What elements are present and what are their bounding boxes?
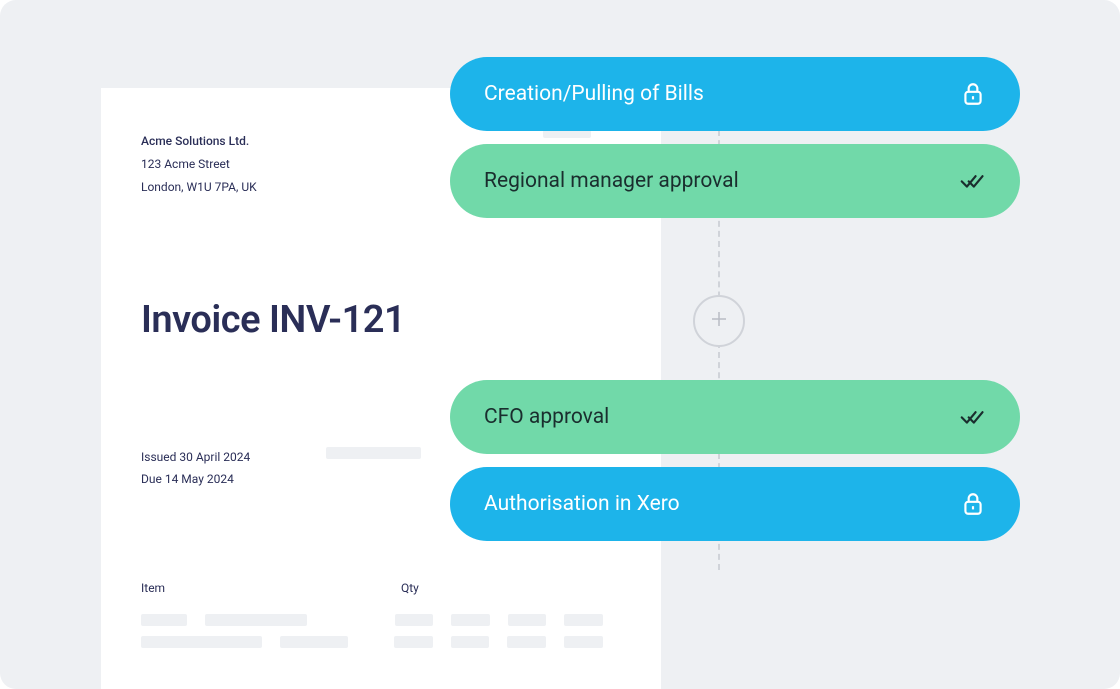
table-row bbox=[141, 614, 621, 626]
diagram-container: Acme Solutions Ltd. 123 Acme Street Lond… bbox=[0, 0, 1120, 689]
placeholder-cell bbox=[451, 614, 490, 626]
placeholder-cell bbox=[564, 614, 603, 626]
table-header: Item Qty bbox=[141, 581, 621, 604]
workflow-step-creation[interactable]: Creation/Pulling of Bills bbox=[450, 57, 1020, 131]
placeholder-cell bbox=[508, 614, 547, 626]
add-step-button[interactable] bbox=[693, 295, 745, 347]
issued-date: Issued 30 April 2024 bbox=[141, 447, 250, 469]
placeholder-cell bbox=[564, 636, 603, 648]
column-qty: Qty bbox=[401, 581, 441, 595]
placeholder-block bbox=[326, 447, 421, 459]
workflow-step-authorisation[interactable]: Authorisation in Xero bbox=[450, 467, 1020, 541]
placeholder-cell bbox=[507, 636, 546, 648]
table-rows bbox=[141, 614, 621, 648]
workflow-step-label: Regional manager approval bbox=[484, 169, 739, 193]
invoice-table: Item Qty bbox=[141, 581, 621, 648]
workflow-step-label: Authorisation in Xero bbox=[484, 492, 680, 516]
workflow-step-regional-approval[interactable]: Regional manager approval bbox=[450, 144, 1020, 218]
double-check-icon bbox=[960, 168, 986, 194]
placeholder-cell bbox=[141, 614, 187, 626]
placeholder-cell bbox=[280, 636, 348, 648]
due-date: Due 14 May 2024 bbox=[141, 469, 250, 491]
dates-info: Issued 30 April 2024 Due 14 May 2024 bbox=[141, 447, 250, 490]
workflow-step-label: CFO approval bbox=[484, 405, 609, 429]
placeholder-cell bbox=[395, 614, 434, 626]
double-check-icon bbox=[960, 404, 986, 430]
placeholder-cell bbox=[394, 636, 433, 648]
lock-icon bbox=[960, 491, 986, 517]
placeholder-cell bbox=[141, 636, 262, 648]
workflow-step-cfo-approval[interactable]: CFO approval bbox=[450, 380, 1020, 454]
placeholder-line bbox=[543, 130, 591, 138]
placeholder-cell bbox=[205, 614, 306, 626]
lock-icon bbox=[960, 81, 986, 107]
workflow-step-label: Creation/Pulling of Bills bbox=[484, 82, 704, 106]
invoice-title: Invoice INV-121 bbox=[141, 298, 621, 342]
plus-icon bbox=[710, 310, 728, 332]
placeholder-cell bbox=[451, 636, 490, 648]
column-item: Item bbox=[141, 581, 401, 595]
table-row bbox=[141, 636, 621, 648]
